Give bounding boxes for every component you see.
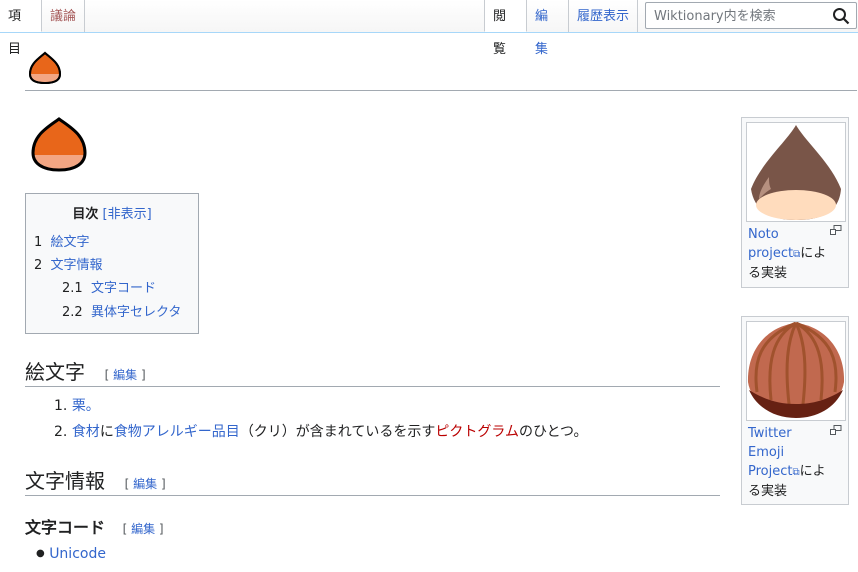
- toc-item[interactable]: 2 文字情報: [34, 254, 103, 273]
- twitter-chestnut-image[interactable]: [746, 321, 846, 421]
- link-unicode[interactable]: Unicode: [49, 546, 106, 562]
- page-title: [25, 48, 857, 91]
- chestnut-emoji-icon: [28, 51, 62, 85]
- thumbnail-twitter: Twitter Emoji Project⧉によ る実装: [741, 316, 849, 505]
- link-food-allergy[interactable]: 食物アレルギー品目: [114, 424, 240, 440]
- edit-section-link[interactable]: 編集: [131, 522, 155, 536]
- link-project[interactable]: Project⧉: [748, 464, 800, 479]
- list-item: 1. 栗。: [54, 398, 100, 414]
- toc-item[interactable]: 2.1 文字コード: [62, 277, 156, 296]
- toc-toggle-link[interactable]: [非表示]: [103, 207, 152, 222]
- section-heading-emoji: 絵文字 [ 編集 ]: [25, 353, 720, 387]
- list-item: 2. 食材に食物アレルギー品目（クリ）が含まれているを示すピクトグラムのひとつ。: [54, 424, 588, 440]
- thumbnail-caption: Noto project⧉によ る実装: [748, 227, 827, 281]
- top-tab-bar: 項目 議論 閲覧 編集 履歴表示: [0, 0, 858, 57]
- edit-section-link[interactable]: 編集: [133, 477, 157, 491]
- search-icon[interactable]: [832, 7, 850, 25]
- section-title: 絵文字: [25, 360, 85, 384]
- section-heading-char-info: 文字情報 [ 編集 ]: [25, 462, 720, 496]
- thumbnail-caption: Twitter Emoji Project⧉によ る実装: [748, 426, 826, 499]
- thumbnail-noto: Noto project⧉によ る実装: [741, 117, 849, 288]
- subsection-heading-char-code: 文字コード [ 編集 ]: [25, 518, 164, 537]
- link-foodstuff[interactable]: 食材: [72, 424, 100, 440]
- tab-talk[interactable]: 議論: [42, 0, 85, 32]
- search-box[interactable]: [645, 2, 857, 29]
- tab-read[interactable]: 閲覧: [484, 0, 527, 57]
- edit-section-link[interactable]: 編集: [113, 368, 137, 382]
- chestnut-twemoji-icon: [747, 321, 845, 418]
- link-project[interactable]: project⧉: [748, 246, 800, 261]
- link-emoji[interactable]: Emoji: [748, 445, 784, 460]
- tab-history[interactable]: 履歴表示: [569, 0, 638, 32]
- bullet-icon: ●: [36, 548, 45, 559]
- toc-item[interactable]: 2.2 異体字セレクタ: [62, 301, 181, 320]
- section-title: 文字情報: [25, 469, 105, 493]
- tab-article[interactable]: 項目: [0, 0, 42, 57]
- link-twitter[interactable]: Twitter: [748, 426, 792, 441]
- subsection-title: 文字コード: [25, 518, 106, 537]
- table-of-contents: 目次 [非表示] 1 絵文字 2 文字情報 2.1 文字コード 2.2 異体字セ…: [25, 193, 199, 334]
- external-link-icon: ⧉: [792, 467, 800, 478]
- link-pictogram[interactable]: ピクトグラム: [435, 424, 519, 440]
- tab-edit[interactable]: 編集: [527, 0, 569, 57]
- chestnut-noto-icon: [751, 125, 841, 220]
- chestnut-emoji-large-icon: [31, 117, 87, 172]
- noto-chestnut-image[interactable]: [746, 122, 846, 222]
- list-item: ● Unicode: [36, 546, 106, 562]
- toc-title: 目次: [72, 207, 99, 222]
- link-noto[interactable]: Noto: [748, 227, 779, 242]
- toc-item[interactable]: 1 絵文字: [34, 231, 90, 250]
- search-input[interactable]: [652, 3, 826, 29]
